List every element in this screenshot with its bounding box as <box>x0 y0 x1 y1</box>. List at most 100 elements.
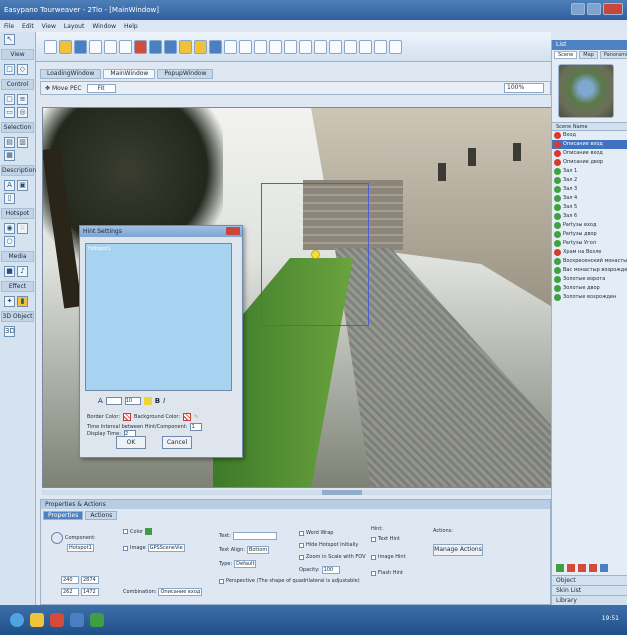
map-viewer-icon[interactable]: ◇ <box>17 64 28 75</box>
scene-list-item[interactable]: Храм на Возле <box>552 248 627 257</box>
image-hint-radio[interactable] <box>371 554 376 560</box>
zoom-scale-checkbox[interactable] <box>299 554 304 560</box>
x-input[interactable]: 240 <box>61 576 79 584</box>
hotspot-marker-icon[interactable] <box>311 250 320 259</box>
fit-button[interactable]: Fit <box>86 83 116 93</box>
publish-icon[interactable] <box>179 39 192 54</box>
scene-list-item[interactable]: Partyзы Угол <box>552 239 627 248</box>
close-button[interactable] <box>603 3 623 15</box>
font-size-select[interactable]: 10 <box>124 397 141 405</box>
font-name-select[interactable] <box>105 397 122 405</box>
tab-loading-window[interactable]: LoadingWindow <box>40 69 102 79</box>
copy-icon[interactable] <box>104 39 117 54</box>
start-button[interactable] <box>10 613 24 627</box>
lens-flare-icon[interactable]: ▮ <box>17 296 28 307</box>
image-icon[interactable]: ▣ <box>17 180 28 191</box>
opacity-input[interactable]: 100 <box>321 566 340 574</box>
scene-list-item[interactable]: Описание двор <box>552 158 627 167</box>
hide-hotspot-checkbox[interactable] <box>299 542 304 548</box>
tab-panoramic[interactable]: Panoramic <box>599 51 627 59</box>
scene-list-item[interactable]: Зал 6 <box>552 212 627 221</box>
scene-list-item[interactable]: Partyзы двор <box>552 230 627 239</box>
palette-section-hotspot[interactable]: Hotspot <box>1 208 34 219</box>
save-icon[interactable] <box>74 39 87 54</box>
text-icon[interactable]: A <box>4 180 15 191</box>
move-up-icon[interactable] <box>578 564 586 572</box>
same-height-icon[interactable] <box>344 39 357 54</box>
scene-list-item[interactable]: Зал 1 <box>552 167 627 176</box>
palette-section-view[interactable]: View <box>1 49 34 60</box>
perspective-checkbox[interactable] <box>219 578 224 584</box>
y-input[interactable]: 262 <box>61 588 79 596</box>
scene-list-item[interactable]: Вход <box>552 131 627 140</box>
effect-icon[interactable]: ✦ <box>4 296 15 307</box>
polygon-hotspot-icon[interactable]: ⁙ <box>17 223 28 234</box>
list-box-icon[interactable]: ▥ <box>17 137 28 148</box>
align-top-icon[interactable] <box>284 39 297 54</box>
tab-properties[interactable]: Properties <box>43 511 84 520</box>
settings-icon[interactable] <box>224 39 237 54</box>
x2-input[interactable]: 2874 <box>81 576 99 584</box>
image-input[interactable]: GPSSceneVie <box>147 544 185 552</box>
scene-list-item[interactable]: Зал 4 <box>552 194 627 203</box>
object-icon[interactable]: 3D <box>4 326 15 337</box>
text-align-select[interactable]: Bottom <box>246 546 270 554</box>
scene-list-item[interactable]: Зал 2 <box>552 176 627 185</box>
color-radio[interactable] <box>123 529 128 534</box>
scene-list-item[interactable]: Золотые возрожден <box>552 293 627 302</box>
tab-scene[interactable]: Scene <box>554 51 578 59</box>
remove-scene-icon[interactable] <box>567 564 575 572</box>
delete-icon[interactable] <box>134 39 147 54</box>
scrolling-text-icon[interactable]: ▯ <box>4 193 15 204</box>
scene-list-item[interactable]: Золотые двор <box>552 284 627 293</box>
canvas-scrollbar[interactable] <box>42 490 553 495</box>
font-icon[interactable]: A <box>98 397 103 405</box>
time-interval-input[interactable]: 1 <box>190 423 203 431</box>
scene-name-column-header[interactable]: Scene Name <box>552 122 627 131</box>
scene-thumbnail[interactable] <box>558 64 614 118</box>
folder-icon[interactable] <box>194 39 207 54</box>
bg-color-swatch[interactable] <box>183 413 192 421</box>
image-radio[interactable] <box>123 545 128 551</box>
media-icon[interactable] <box>70 613 84 627</box>
radar-icon[interactable]: ○ <box>4 236 15 247</box>
type-select[interactable]: Default <box>234 560 257 568</box>
sound-icon[interactable]: ♪ <box>17 266 28 277</box>
bold-icon[interactable]: B <box>155 397 160 405</box>
tab-main-window[interactable]: MainWindow <box>103 69 156 79</box>
browser-icon[interactable] <box>50 613 64 627</box>
align-middle-icon[interactable] <box>299 39 312 54</box>
paste-icon[interactable] <box>119 39 132 54</box>
manage-actions-button[interactable]: Manage Actions <box>433 544 483 556</box>
scene-list-item[interactable]: Описание вход <box>552 149 627 158</box>
menu-edit[interactable]: Edit <box>22 23 34 30</box>
tab-popup-window[interactable]: PopupWindow <box>157 69 214 79</box>
move-pec-button[interactable]: ✥ Move PEC <box>45 85 82 92</box>
new-icon[interactable] <box>44 39 57 54</box>
panorama-viewer-icon[interactable]: □ <box>4 64 15 75</box>
scene-list-item[interactable]: Золотые ворота <box>552 275 627 284</box>
pointer-icon[interactable]: ↖ <box>4 34 15 45</box>
hint-text-area[interactable]: Hotspot1 <box>85 243 232 391</box>
menu-view[interactable]: View <box>42 23 56 30</box>
scene-list-item[interactable]: Описание вход <box>552 140 627 149</box>
video-icon[interactable]: ■ <box>4 266 15 277</box>
color-swatch[interactable] <box>145 528 153 535</box>
menu-file[interactable]: File <box>4 23 14 30</box>
tourweaver-icon[interactable] <box>90 613 104 627</box>
palette-section-description[interactable]: Description <box>1 165 36 176</box>
minimize-button[interactable] <box>571 3 585 15</box>
combo-box-icon[interactable]: ▤ <box>4 137 15 148</box>
undo-icon[interactable] <box>149 39 162 54</box>
scene-list-item[interactable]: Зал 5 <box>552 203 627 212</box>
align-bottom-icon[interactable] <box>314 39 327 54</box>
skin-list-section[interactable]: Skin List <box>552 585 627 595</box>
scene-list-item[interactable]: Вас монастыр возрожден <box>552 266 627 275</box>
text-hint-radio[interactable] <box>371 536 376 542</box>
hotspot-icon[interactable]: ◉ <box>4 223 15 234</box>
border-color-swatch[interactable] <box>123 413 132 421</box>
scene-list-item[interactable]: Воскресенский монастыр <box>552 257 627 266</box>
add-scene-icon[interactable] <box>556 564 564 572</box>
flash-hint-radio[interactable] <box>371 570 376 576</box>
palette-section-media[interactable]: Media <box>1 251 34 262</box>
